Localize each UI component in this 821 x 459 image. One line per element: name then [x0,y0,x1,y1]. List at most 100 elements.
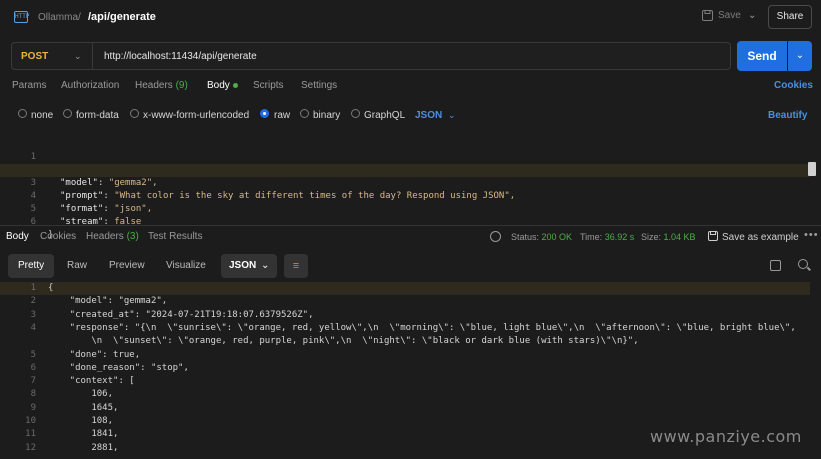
cookies-link[interactable]: Cookies [774,80,813,91]
raw-format-select[interactable]: JSON [415,110,442,121]
postman-window: HTTP Ollamma / /api/generate Save ⌄ Shar… [0,0,821,459]
radio-form-data[interactable] [63,109,72,118]
radio-none[interactable] [18,109,27,118]
radio-binary-label: binary [313,110,341,121]
url-input[interactable] [104,51,704,62]
response-format-label: JSON [229,260,257,271]
code-line: 6 } [0,203,810,240]
response-size[interactable]: Size: 1.04 KB [641,232,696,242]
request-body-editor[interactable]: 1 { 2 "model": "gemma2", 3 "prompt": "Wh… [0,136,821,240]
response-time[interactable]: Time: 36.92 s [580,232,634,242]
radio-raw-label: raw [274,110,291,121]
code-line: 7 "context": [ [0,375,810,388]
line-number: 7 [30,376,36,387]
code-text: "model": "gemma2", [48,296,168,307]
save-label: Save [718,10,741,21]
search-icon[interactable] [798,259,808,269]
view-preview-button[interactable]: Preview [99,254,155,278]
tab-settings[interactable]: Settings [301,80,337,91]
code-line: 5 "done": true, [0,349,810,362]
response-tab-cookies[interactable]: Cookies [40,231,76,242]
line-number: 3 [30,309,36,320]
more-options-icon[interactable]: ••• [804,229,819,241]
chevron-down-icon: ⌄ [261,260,270,271]
method-select[interactable]: POST [21,51,48,62]
tab-headers[interactable]: Headers (9) [135,80,188,91]
response-tab-headers-label: Headers [86,231,124,242]
code-text: 2881, [48,442,119,453]
beautify-button[interactable]: Beautify [768,110,807,121]
view-pretty-button[interactable]: Pretty [8,254,55,278]
save-button[interactable]: Save [702,10,741,21]
code-text: "stream": false [60,217,142,227]
line-number: 2 [30,296,36,307]
method-chevron-down-icon[interactable]: ⌄ [74,51,82,62]
code-line: 4 "response": "{\n \"sunrise\": \"orange… [0,322,810,335]
line-number: 12 [25,442,36,453]
code-line: 1 { [0,138,810,175]
line-number: 8 [30,389,36,400]
code-line: 4 "format": "json", [0,177,810,214]
line-number: 11 [25,429,36,440]
code-line: 1{ [0,282,810,295]
radio-raw[interactable] [260,109,269,118]
code-line: 9 1645, [0,402,810,415]
radio-graphql[interactable] [351,109,360,118]
view-visualize-button[interactable]: Visualize [156,254,216,278]
save-options-chevron-icon[interactable]: ⌄ [748,10,756,21]
code-text: \n \"sunset\": \"orange, red, purple, pi… [48,336,639,347]
code-line: 3 "created_at": "2024-07-21T19:18:07.637… [0,309,810,322]
raw-format-chevron-down-icon[interactable]: ⌄ [448,110,456,121]
tab-params[interactable]: Params [12,80,46,91]
code-text: 106, [48,389,114,400]
tab-headers-label: Headers [135,80,173,91]
request-name[interactable]: /api/generate [88,11,156,23]
response-tab-body[interactable]: Body [6,231,29,242]
line-number: 6 [30,217,36,227]
text-cursor-icon [808,162,816,176]
save-icon [708,231,718,241]
code-text: 1841, [48,429,119,440]
line-number: 10 [25,416,36,426]
breadcrumb-separator: / [78,12,81,23]
line-number: 4 [30,322,36,333]
send-options-chevron-down-icon[interactable]: ⌄ [788,41,812,71]
tab-authorization[interactable]: Authorization [61,80,119,91]
code-text: 108, [48,416,114,426]
tab-body[interactable]: Body [207,80,238,91]
response-tab-headers[interactable]: Headers (3) [86,231,139,242]
copy-icon[interactable] [770,260,781,271]
save-as-example-label: Save as example [722,232,799,243]
pane-divider[interactable] [0,225,821,226]
code-text: "done": true, [48,349,141,360]
line-number: 5 [30,349,36,360]
code-line: \n \"sunset\": \"orange, red, purple, pi… [0,335,810,348]
url-bar-divider [92,43,93,69]
code-line: 3 "prompt": "What color is the sky at di… [0,164,810,201]
view-raw-button[interactable]: Raw [57,254,97,278]
line-number: 9 [30,402,36,413]
globe-icon[interactable] [490,231,501,242]
wrap-lines-icon[interactable]: ≡ [284,254,308,278]
radio-binary[interactable] [300,109,309,118]
code-line: 6 "done_reason": "stop", [0,362,810,375]
share-button[interactable]: Share [768,5,812,29]
code-line: 2 "model": "gemma2", [0,295,810,308]
url-bar: POST ⌄ [11,42,731,70]
response-tab-test-results[interactable]: Test Results [148,231,202,242]
size-label: Size: [641,232,662,242]
radio-urlencoded[interactable] [130,109,139,118]
breadcrumb-collection[interactable]: Ollamma [38,12,78,23]
request-tabs: Params Authorization Headers (9) Body Sc… [0,80,821,98]
response-tabs: Body Cookies Headers (3) Test Results [0,231,821,247]
tab-scripts[interactable]: Scripts [253,80,284,91]
response-status[interactable]: Status: 200 OK [511,232,572,242]
line-number: 1 [30,283,36,293]
send-button[interactable]: Send [737,41,787,71]
response-format-select[interactable]: JSON ⌄ [221,254,277,278]
code-line: 5 "stream": false [0,190,810,227]
body-type-selector: none form-data x-www-form-urlencoded raw… [0,107,821,125]
size-value: 1.04 KB [663,232,696,242]
save-as-example-button[interactable]: Save as example [708,231,799,243]
headers-count-badge: (9) [175,80,188,91]
